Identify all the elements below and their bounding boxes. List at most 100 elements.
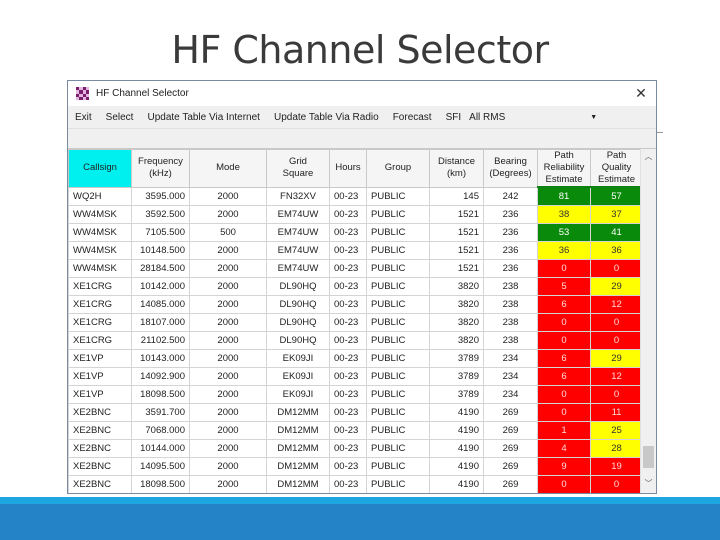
cell-callsign: WQ2H [68,186,132,206]
cell-quality: 37 [590,205,643,224]
cell-mode: 2000 [189,439,267,458]
cell-reliability: 38 [537,205,591,224]
menu-exit[interactable]: Exit [68,112,99,123]
table-row[interactable]: XE1CRG 21102.500 2000 DL90HQ 00-23 PUBLIC 3820… [68,331,643,350]
cell-callsign: XE2BNC [68,439,132,458]
table-row[interactable]: XE2BNC 7068.000 2000 DM12MM 00-23 PUBLIC 4190 2… [68,421,643,440]
vertical-scrollbar[interactable]: ︿ ﹀ [640,149,656,493]
cell-hours: 00-23 [329,367,367,386]
cell-mode: 2000 [189,403,267,422]
cell-reliability: 36 [537,241,591,260]
cell-callsign: WW4MSK [68,259,132,278]
table-row[interactable]: XE2BNC 14095.500 2000 DM12MM 00-23 PUBLIC 4190… [68,457,643,476]
cell-hours: 00-23 [329,295,367,314]
cell-mode: 2000 [189,277,267,296]
scroll-thumb[interactable] [643,446,654,468]
cell-group: PUBLIC [366,367,430,386]
cell-callsign: XE1CRG [68,277,132,296]
cell-quality: 29 [590,277,643,296]
table-row[interactable]: XE1VP 18098.500 2000 EK09JI 00-23 PUBLIC 3789 2… [68,385,643,404]
cell-quality: 28 [590,439,643,458]
cell-callsign: XE1VP [68,385,132,404]
cell-distance: 4190 [429,403,484,422]
close-button[interactable]: ✕ [626,85,656,102]
table-row[interactable]: XE1VP 14092.900 2000 EK09JI 00-23 PUBLIC 3789 2… [68,367,643,386]
scroll-up-icon[interactable]: ︿ [641,151,656,165]
scroll-down-icon[interactable]: ﹀ [641,478,656,492]
cell-reliability: 0 [537,331,591,350]
window-title: HF Channel Selector [96,88,189,99]
cell-quality: 0 [590,331,643,350]
cell-callsign: XE1CRG [68,331,132,350]
cell-callsign: XE1VP [68,367,132,386]
cell-grid: DM12MM [266,403,330,422]
footer-band-accent [0,497,720,504]
column-header-hours[interactable]: Hours [329,149,367,188]
cell-quality: 0 [590,475,643,493]
cell-grid: EK09JI [266,349,330,368]
cell-grid: DM12MM [266,439,330,458]
cell-bearing: 269 [483,457,538,476]
cell-distance: 3820 [429,313,484,332]
cell-bearing: 234 [483,367,538,386]
cell-distance: 4190 [429,475,484,493]
cell-freq: 14095.500 [131,457,190,476]
cell-bearing: 238 [483,277,538,296]
table-row[interactable]: WW4MSK 10148.500 2000 EM74UW 00-23 PUBLIC 1521… [68,241,643,260]
table-row[interactable]: XE1CRG 10142.000 2000 DL90HQ 00-23 PUBLIC 3820… [68,277,643,296]
cell-quality: 36 [590,241,643,260]
menu-forecast[interactable]: Forecast [386,112,439,123]
menu-update-via-radio[interactable]: Update Table Via Radio [267,112,386,123]
cell-callsign: WW4MSK [68,205,132,224]
column-header-bearing[interactable]: Bearing (Degrees) [483,149,538,188]
table-row[interactable]: XE1VP 10143.000 2000 EK09JI 00-23 PUBLIC 3789 2… [68,349,643,368]
cell-group: PUBLIC [366,331,430,350]
cell-callsign: XE2BNC [68,403,132,422]
cell-freq: 3595.000 [131,186,190,206]
column-header-distance[interactable]: Distance (km) [429,149,484,188]
cell-callsign: XE1CRG [68,295,132,314]
column-header-quality[interactable]: Path Quality Estimate [590,149,643,188]
column-header-grid[interactable]: Grid Square [266,149,330,188]
cell-mode: 2000 [189,241,267,260]
cell-mode: 2000 [189,421,267,440]
cell-distance: 1521 [429,223,484,242]
cell-group: PUBLIC [366,439,430,458]
table-row[interactable]: XE2BNC 10144.000 2000 DM12MM 00-23 PUBLIC 4190… [68,439,643,458]
table-row[interactable]: WW4MSK 3592.500 2000 EM74UW 00-23 PUBLIC 1521 2… [68,205,643,224]
channel-grid: Callsign Frequency (kHz) Mode Grid Square Ho… [68,149,656,493]
hf-channel-selector-window: HF Channel Selector ✕ Exit Select Update… [67,80,657,494]
column-header-mode[interactable]: Mode [189,149,267,188]
cell-quality: 57 [590,186,643,206]
table-row[interactable]: WQ2H 3595.000 2000 FN32XV 00-23 PUBLIC 145 242 8… [68,186,643,206]
column-header-freq[interactable]: Frequency (kHz) [131,149,190,188]
cell-group: PUBLIC [366,385,430,404]
cell-reliability: 0 [537,475,591,493]
table-row[interactable]: XE2BNC 18098.500 2000 DM12MM 00-23 PUBLIC 4190… [68,475,643,493]
column-header-group[interactable]: Group [366,149,430,188]
menu-update-via-internet[interactable]: Update Table Via Internet [140,112,267,123]
menu-select[interactable]: Select [99,112,141,123]
cell-bearing: 269 [483,475,538,493]
cell-mode: 2000 [189,349,267,368]
menu-sfi[interactable]: SFI [439,112,466,123]
table-row[interactable]: XE1CRG 18107.000 2000 DL90HQ 00-23 PUBLIC 3820… [68,313,643,332]
group-select[interactable]: All RMS ▼ [465,109,604,125]
cell-bearing: 234 [483,385,538,404]
cell-grid: EM74UW [266,259,330,278]
table-row[interactable]: WW4MSK 7105.500 500 EM74UW 00-23 PUBLIC 1521 23… [68,223,643,242]
cell-callsign: WW4MSK [68,223,132,242]
table-row[interactable]: WW4MSK 28184.500 2000 EM74UW 00-23 PUBLIC 1521… [68,259,643,278]
cell-group: PUBLIC [366,277,430,296]
cell-freq: 3592.500 [131,205,190,224]
cell-grid: DL90HQ [266,277,330,296]
table-row[interactable]: XE2BNC 3591.700 2000 DM12MM 00-23 PUBLIC 4190 2… [68,403,643,422]
cell-mode: 2000 [189,331,267,350]
column-header-callsign[interactable]: Callsign [68,149,132,188]
cell-distance: 4190 [429,439,484,458]
cell-reliability: 0 [537,403,591,422]
column-header-reliability[interactable]: Path Reliability Estimate [537,149,591,188]
cell-hours: 00-23 [329,259,367,278]
table-row[interactable]: XE1CRG 14085.000 2000 DL90HQ 00-23 PUBLIC 3820… [68,295,643,314]
cell-grid: DL90HQ [266,295,330,314]
